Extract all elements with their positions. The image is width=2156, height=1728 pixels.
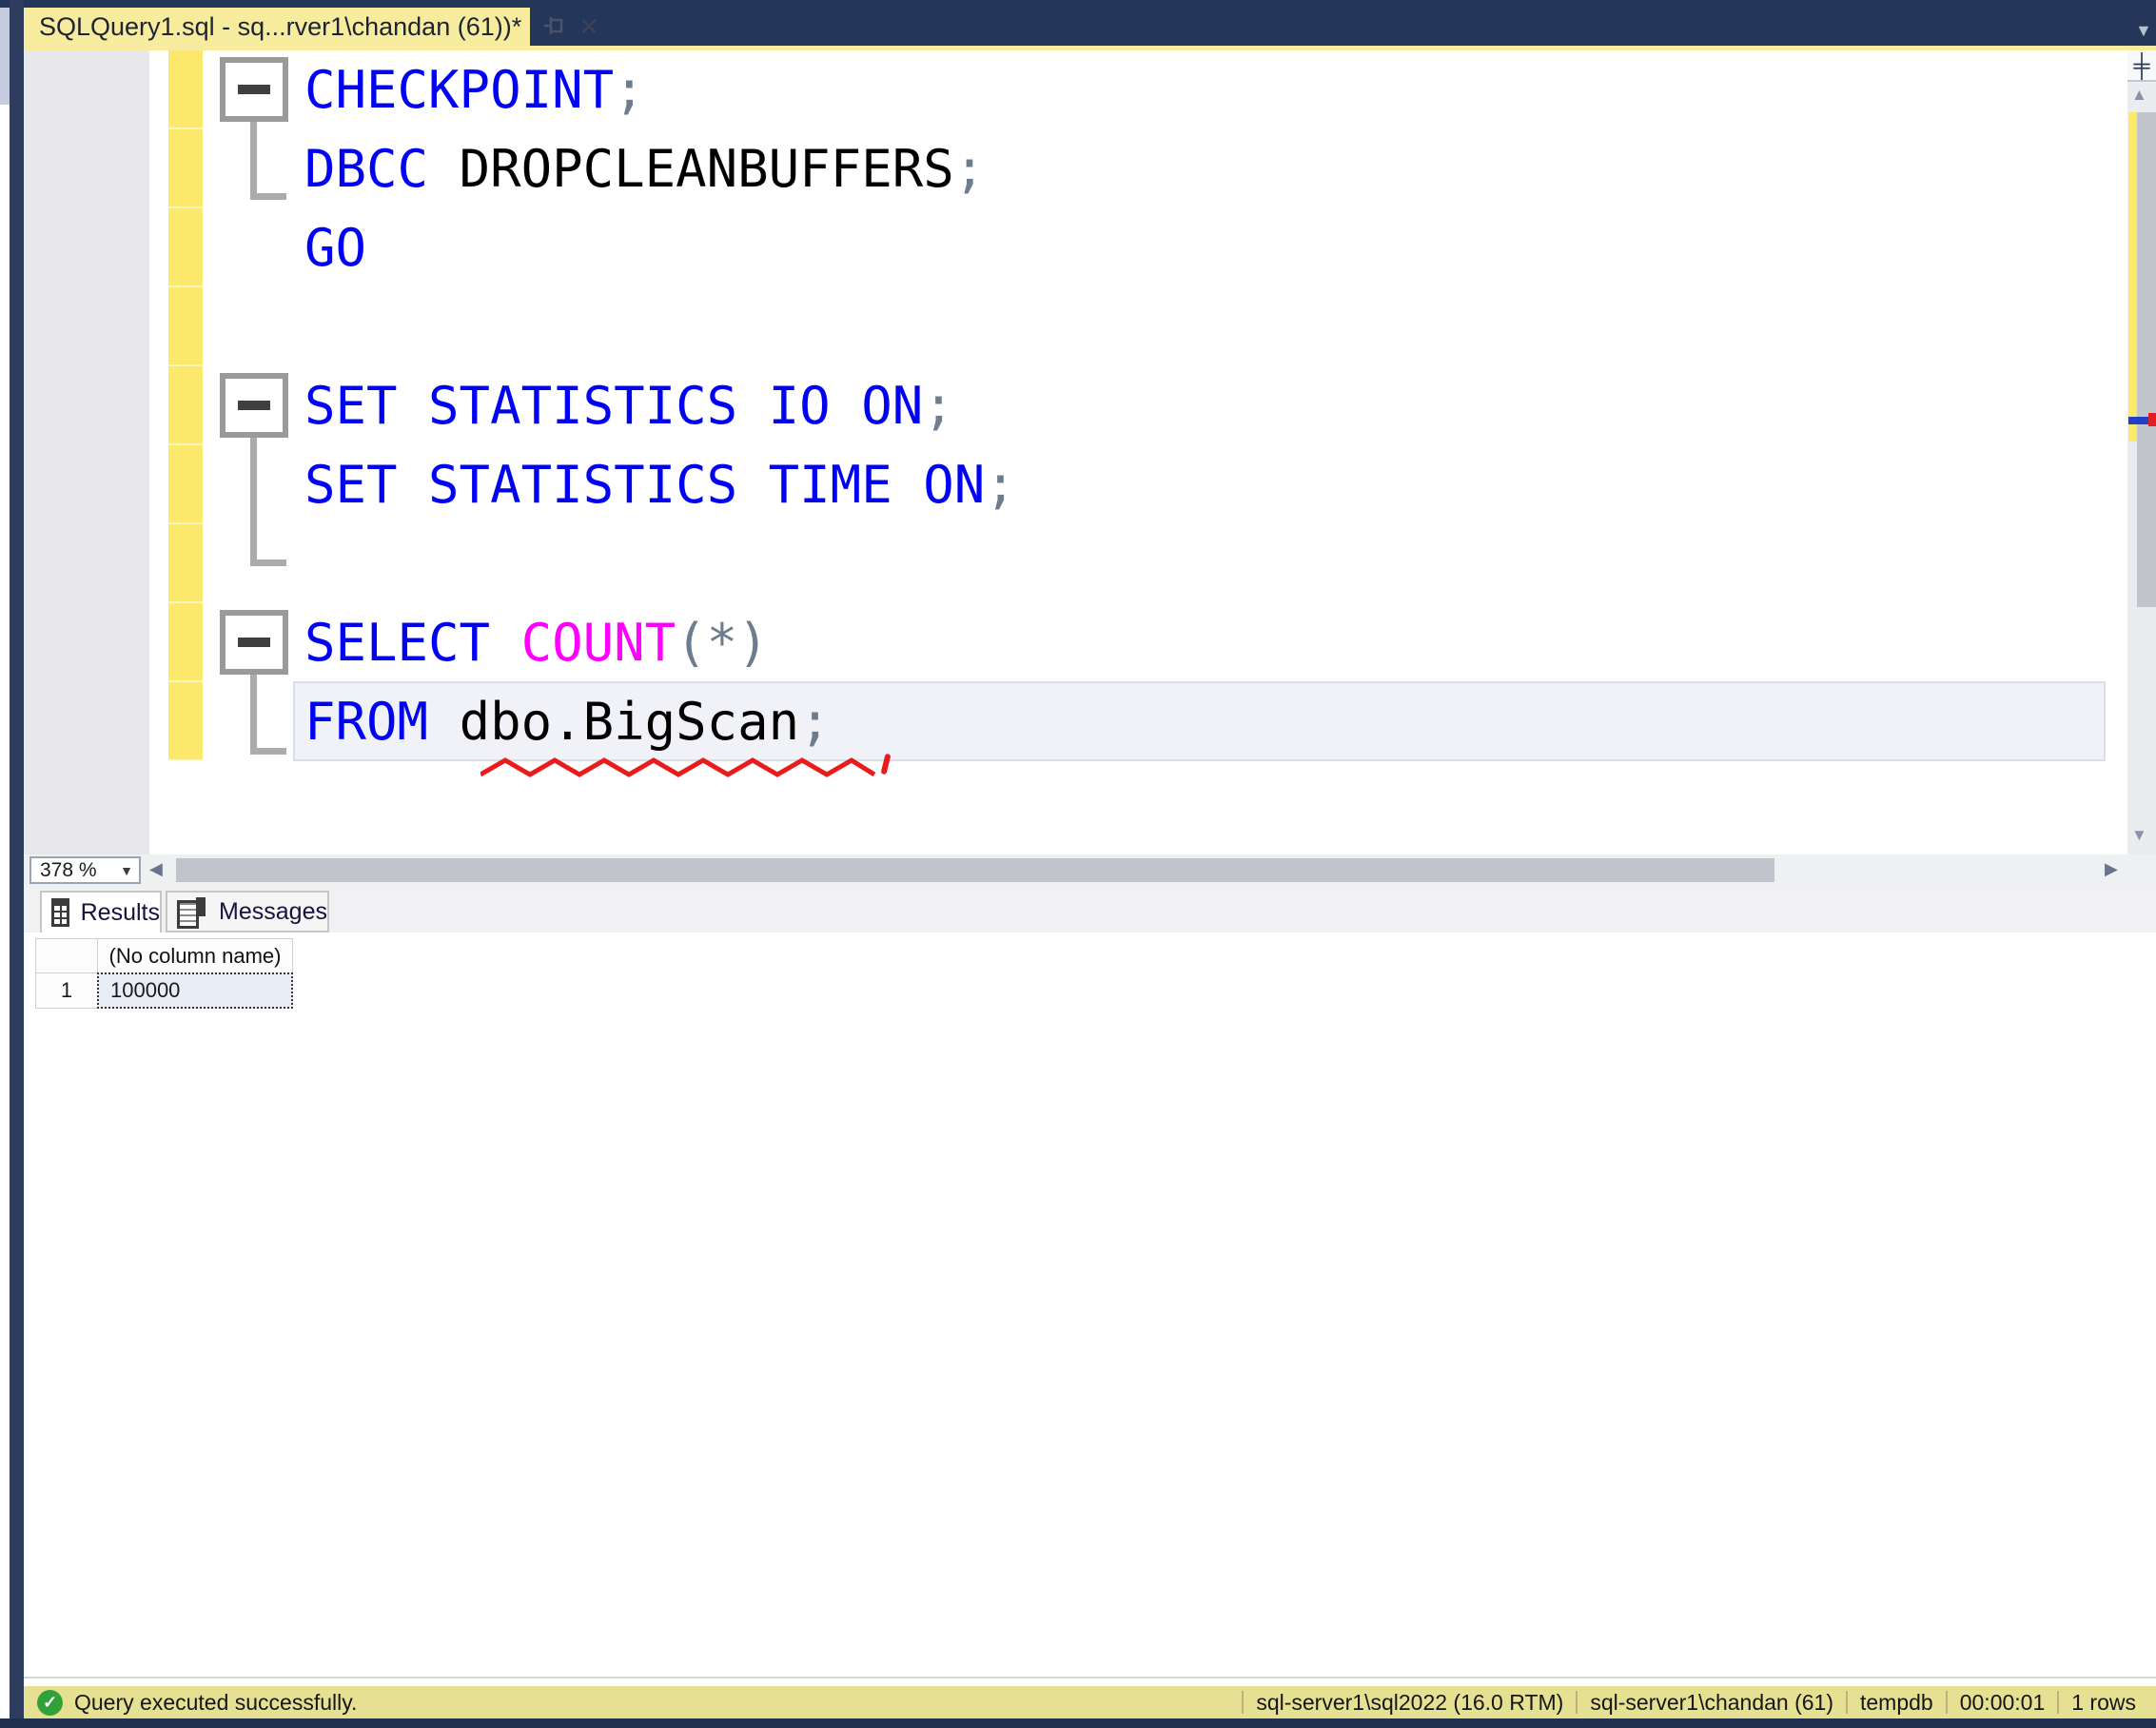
minus-icon	[238, 401, 270, 410]
code-line-5[interactable]: SET STATISTICS IO ON;	[304, 366, 1016, 445]
fold-foot-block2	[250, 560, 286, 566]
status-duration: 00:00:01	[1959, 1689, 2046, 1715]
code-segment: DROPCLEANBUFFERS	[459, 139, 954, 199]
code-segment: GO	[304, 218, 367, 278]
code-segment: (*)	[676, 613, 769, 673]
vertical-scrollbar-thumb[interactable]	[2137, 112, 2156, 607]
tab-list-dropdown-icon[interactable]: ▼	[2135, 21, 2152, 41]
fold-foot-block3	[250, 748, 286, 755]
scroll-down-arrow[interactable]: ▼	[2131, 826, 2147, 845]
code-segment: ;	[923, 376, 954, 436]
grid-column-header[interactable]: (No column name)	[97, 938, 293, 973]
tab-results-label: Results	[80, 898, 160, 926]
status-server: sql-server1\sql2022 (16.0 RTM)	[1256, 1689, 1564, 1715]
scrollbar-caret-marker	[2128, 417, 2150, 424]
scrollbar-change-strip	[2128, 112, 2137, 442]
split-window-handle[interactable]: ╪	[2127, 50, 2156, 82]
code-segment: SELECT	[304, 613, 491, 673]
grid-row-header[interactable]: 1	[35, 972, 98, 1009]
results-grid-icon	[51, 898, 69, 927]
pane-divider	[24, 1677, 2156, 1679]
code-line-3[interactable]: GO	[304, 208, 1016, 287]
code-segment: dbo.BigScan	[459, 692, 800, 752]
window-bottom-edge	[0, 1718, 2156, 1728]
scroll-right-arrow[interactable]: ▶	[2105, 859, 2118, 879]
fold-toggle-block2[interactable]	[220, 373, 288, 438]
success-check-icon: ✓	[37, 1689, 63, 1716]
results-pane	[24, 886, 2156, 1677]
tab-results[interactable]: Results	[40, 891, 162, 933]
tracked-changes-bar	[168, 50, 203, 760]
results-tab-band	[24, 886, 2156, 933]
status-login: sql-server1\chandan (61)	[1590, 1689, 1833, 1715]
code-segment: ;	[985, 455, 1016, 515]
fold-line-block3	[250, 675, 257, 748]
shell-left-rail	[10, 0, 24, 1718]
scroll-up-arrow[interactable]: ▲	[2131, 86, 2147, 105]
scrollbar-error-marker	[2148, 413, 2156, 426]
code-segment: COUNT	[520, 613, 676, 673]
code-segment: CHECKPOINT	[304, 60, 615, 120]
minus-icon	[238, 638, 270, 647]
fold-toggle-block3[interactable]	[220, 610, 288, 675]
code-line-9[interactable]: FROM dbo.BigScan;	[304, 682, 1016, 761]
code-segment: ;	[953, 139, 986, 199]
code-line-6[interactable]: SET STATISTICS TIME ON;	[304, 445, 1016, 524]
code-segment: SET STATISTICS TIME ON	[304, 455, 986, 515]
code-line-2[interactable]: DBCC DROPCLEANBUFFERS;	[304, 129, 1016, 208]
minus-icon	[238, 85, 270, 94]
code-line-1[interactable]: CHECKPOINT;	[304, 50, 1016, 129]
code-segment: DBCC	[304, 139, 429, 199]
document-tab[interactable]: SQLQuery1.sql - sq...rver1\chandan (61))…	[24, 8, 599, 46]
pin-icon[interactable]	[542, 13, 565, 41]
document-tab-title: SQLQuery1.sql - sq...rver1\chandan (61))…	[39, 11, 522, 41]
grid-cell-selected[interactable]: 100000	[97, 972, 293, 1009]
grid-corner-cell[interactable]	[35, 938, 98, 973]
fold-line-block1	[250, 122, 257, 193]
status-right-group: sql-server1\sql2022 (16.0 RTM) sql-serve…	[1242, 1686, 2148, 1718]
status-database: tempdb	[1860, 1689, 1933, 1715]
fold-foot-block1	[250, 193, 286, 200]
horizontal-scrollbar-thumb[interactable]	[176, 858, 1774, 882]
chevron-down-icon: ▼	[120, 862, 133, 878]
fold-line-block2	[250, 438, 257, 560]
status-bar: ✓ Query executed successfully. sql-serve…	[24, 1686, 2156, 1718]
fold-toggle-block1[interactable]	[220, 57, 288, 122]
editor-selection-margin	[24, 50, 149, 854]
ssms-window: SQLQuery1.sql - sq...rver1\chandan (61))…	[0, 0, 2156, 1728]
zoom-value: 378 %	[40, 858, 97, 881]
close-icon[interactable]: ✕	[578, 14, 599, 39]
editor-zoom-combobox[interactable]: 378 % ▼	[29, 856, 141, 884]
error-squiggle	[480, 757, 876, 777]
status-rowcount: 1 rows	[2071, 1689, 2136, 1715]
code-segment: FROM	[304, 692, 429, 752]
scroll-left-arrow[interactable]: ◀	[149, 859, 163, 879]
code-line-4[interactable]	[304, 287, 1016, 366]
code-segment: ;	[799, 692, 831, 752]
messages-icon	[177, 897, 207, 929]
code-line-7[interactable]	[304, 524, 1016, 603]
tab-messages[interactable]: Messages	[166, 891, 329, 933]
code-text[interactable]: CHECKPOINT; DBCC DROPCLEANBUFFERS; GO SET S…	[304, 50, 1016, 761]
code-line-8[interactable]: SELECT COUNT(*)	[304, 603, 1016, 682]
code-segment: ;	[614, 60, 645, 120]
shell-corner-box	[0, 8, 10, 105]
status-message: Query executed successfully.	[74, 1689, 358, 1715]
tab-messages-label: Messages	[219, 897, 327, 925]
code-segment: SET STATISTICS IO ON	[304, 376, 924, 436]
